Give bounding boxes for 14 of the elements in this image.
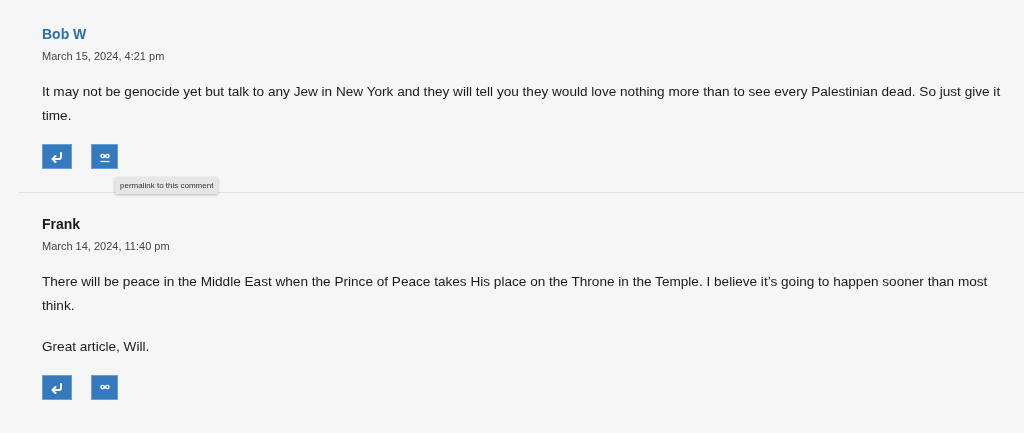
comment-author: Frank bbox=[42, 215, 81, 233]
comment-date: March 14, 2024, 11:40 pm bbox=[42, 239, 171, 253]
reply-arrow-icon bbox=[50, 150, 64, 163]
reply-arrow-icon bbox=[50, 381, 64, 394]
comment-text: There will be peace in the Middle East when the Prince of Peace takes His place on the Throne in the Temple. I believe it’s going to happen sooner than most think. bbox=[42, 273, 989, 315]
comment-date: March 15, 2024, 4:21 pm bbox=[42, 49, 166, 63]
comment-text: It may not be genocide yet but talk to any Jew in New York and they will tell you they would love nothing more than to see every Palestinian dead. So just give it time. bbox=[42, 83, 1002, 125]
tooltip: permalink to this comment bbox=[115, 177, 219, 194]
reply-button[interactable] bbox=[42, 144, 72, 169]
permalink-button[interactable] bbox=[91, 375, 118, 400]
comment-text: Great article, Will. bbox=[42, 338, 151, 356]
reply-button[interactable] bbox=[42, 375, 72, 400]
permalink-button[interactable] bbox=[91, 144, 118, 169]
comment-author[interactable]: Bob W bbox=[42, 25, 87, 43]
